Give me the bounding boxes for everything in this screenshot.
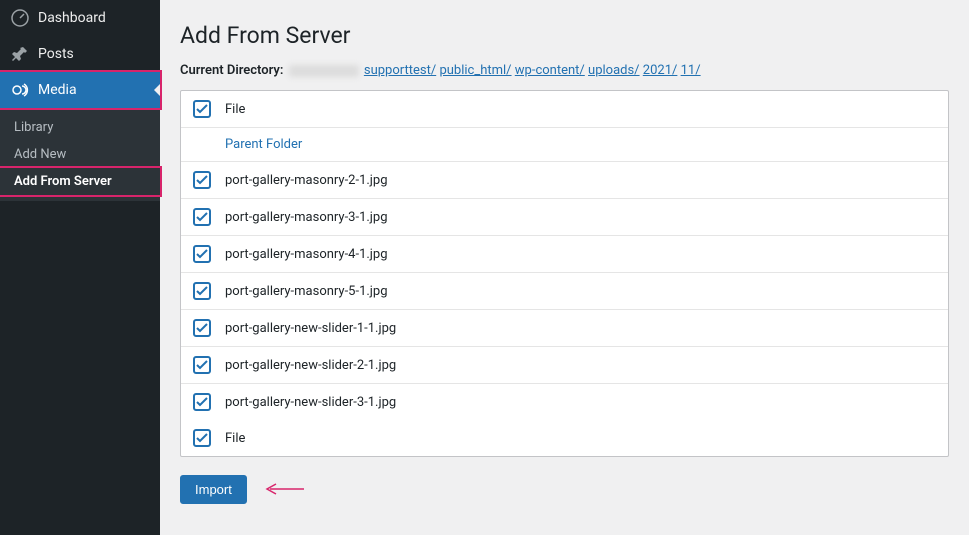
- sidebar-item-posts[interactable]: Posts: [0, 36, 160, 72]
- current-directory: Current Directory: supporttest/ public_h…: [180, 63, 949, 78]
- file-row: port-gallery-new-slider-1-1.jpg: [181, 310, 948, 347]
- sidebar-label: Dashboard: [38, 10, 106, 26]
- file-name: port-gallery-masonry-5-1.jpg: [225, 284, 388, 299]
- sidebar-item-media[interactable]: Media: [0, 72, 160, 108]
- file-name: port-gallery-new-slider-2-1.jpg: [225, 358, 396, 373]
- file-row: port-gallery-masonry-2-1.jpg: [181, 162, 948, 199]
- redacted-segment: [289, 65, 359, 77]
- annotation-arrow-icon: [264, 481, 304, 501]
- file-checkbox[interactable]: [193, 393, 211, 411]
- file-name: port-gallery-masonry-4-1.jpg: [225, 247, 388, 262]
- file-row: port-gallery-masonry-4-1.jpg: [181, 236, 948, 273]
- file-checkbox[interactable]: [193, 319, 211, 337]
- pin-icon: [10, 44, 30, 64]
- sidebar-item-dashboard[interactable]: Dashboard: [0, 0, 160, 36]
- table-footer-row: File: [181, 420, 948, 456]
- select-all-checkbox-top[interactable]: [193, 100, 211, 118]
- submenu-add-from-server[interactable]: Add From Server: [0, 168, 160, 195]
- breadcrumb-segment[interactable]: uploads/: [588, 63, 640, 78]
- file-name: port-gallery-new-slider-1-1.jpg: [225, 321, 396, 336]
- sidebar-label: Media: [38, 82, 77, 98]
- current-dir-label: Current Directory:: [180, 63, 283, 78]
- breadcrumb-segment[interactable]: 11/: [681, 63, 701, 78]
- column-header-file: File: [225, 102, 245, 117]
- breadcrumb-segment[interactable]: supporttest/: [364, 63, 436, 78]
- file-row: port-gallery-new-slider-3-1.jpg: [181, 384, 948, 420]
- file-checkbox[interactable]: [193, 171, 211, 189]
- sidebar-label: Posts: [38, 46, 74, 62]
- select-all-checkbox-bottom[interactable]: [193, 429, 211, 447]
- page-title: Add From Server: [180, 22, 949, 49]
- parent-folder-row[interactable]: Parent Folder: [181, 128, 948, 162]
- dashboard-icon: [10, 8, 30, 28]
- file-row: port-gallery-masonry-3-1.jpg: [181, 199, 948, 236]
- breadcrumb-segment[interactable]: 2021/: [643, 63, 678, 78]
- main-content: Add From Server Current Directory: suppo…: [160, 0, 969, 535]
- import-row: Import: [180, 457, 949, 504]
- file-row: port-gallery-masonry-5-1.jpg: [181, 273, 948, 310]
- file-name: port-gallery-masonry-3-1.jpg: [225, 210, 388, 225]
- file-checkbox[interactable]: [193, 208, 211, 226]
- breadcrumb-segment[interactable]: wp-content/: [515, 63, 585, 78]
- column-footer-file: File: [225, 431, 245, 446]
- submenu-add-new[interactable]: Add New: [0, 141, 160, 168]
- submenu-library[interactable]: Library: [0, 114, 160, 141]
- file-name: port-gallery-new-slider-3-1.jpg: [225, 395, 396, 410]
- file-checkbox[interactable]: [193, 356, 211, 374]
- media-icon: [10, 80, 30, 100]
- file-table: File Parent Folder port-gallery-masonry-…: [180, 90, 949, 457]
- parent-folder-link[interactable]: Parent Folder: [193, 137, 302, 152]
- file-checkbox[interactable]: [193, 245, 211, 263]
- import-button[interactable]: Import: [180, 475, 247, 504]
- breadcrumb-segment[interactable]: public_html/: [439, 63, 511, 78]
- media-submenu: Library Add New Add From Server: [0, 108, 160, 201]
- file-checkbox[interactable]: [193, 282, 211, 300]
- file-row: port-gallery-new-slider-2-1.jpg: [181, 347, 948, 384]
- admin-sidebar: Dashboard Posts Media Library Add New Ad…: [0, 0, 160, 535]
- file-name: port-gallery-masonry-2-1.jpg: [225, 173, 388, 188]
- table-header-row: File: [181, 91, 948, 128]
